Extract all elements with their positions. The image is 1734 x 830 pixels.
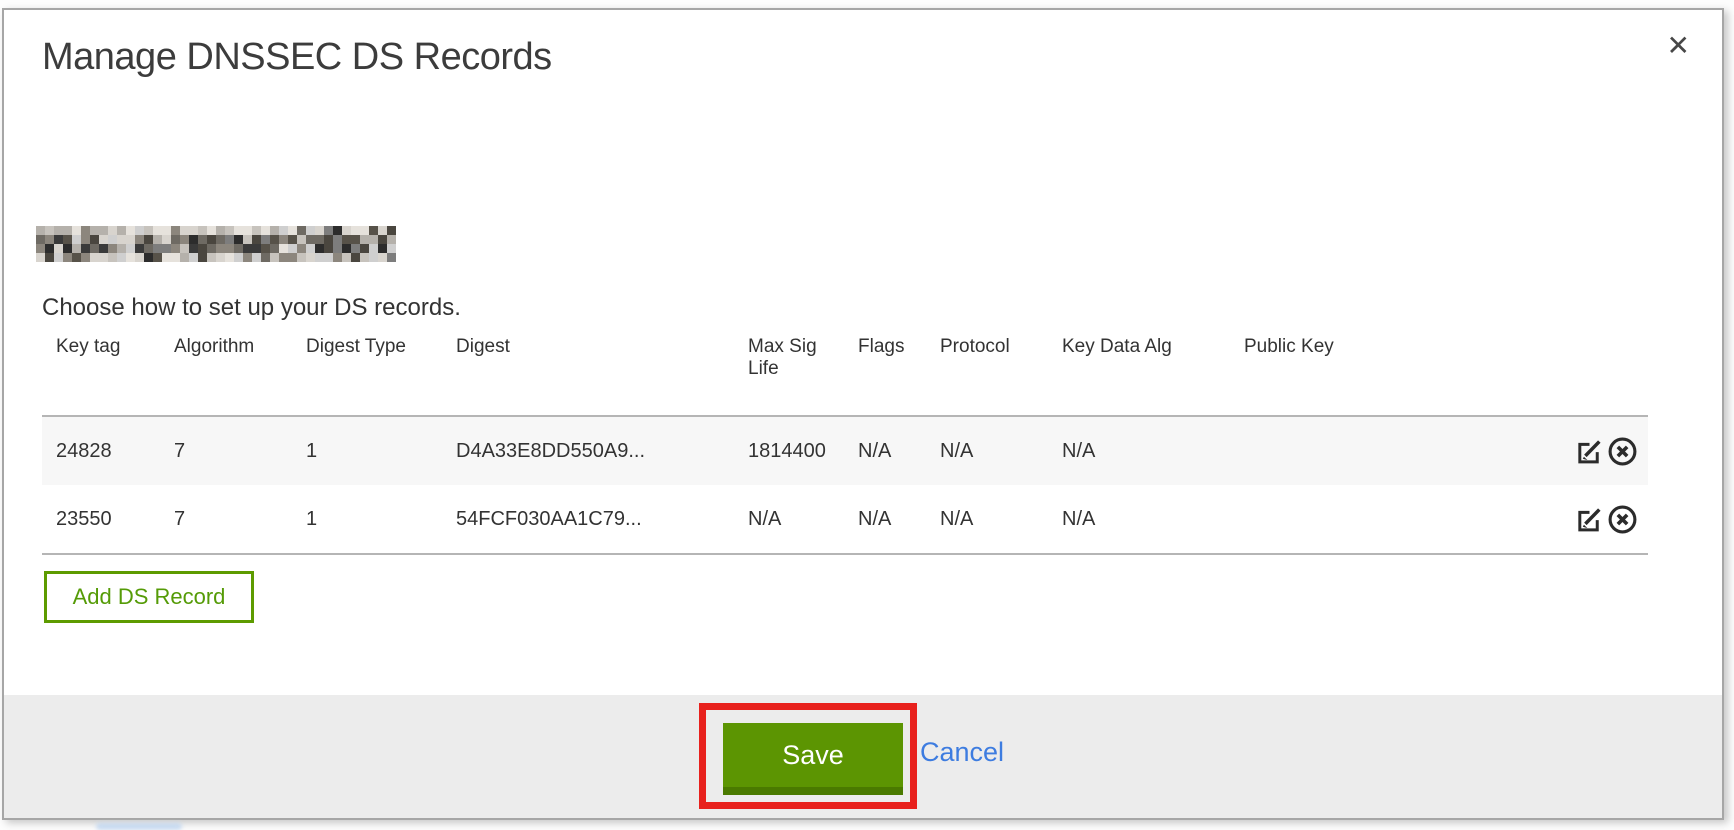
cell-algorithm: 7 <box>160 485 292 554</box>
cell-flags: N/A <box>844 416 926 485</box>
header-digest: Digest <box>442 332 734 416</box>
intro-text: Choose how to set up your DS records. <box>42 294 461 322</box>
table-header-row: Key tag Algorithm Digest Type Digest Max… <box>42 332 1648 416</box>
cell-key-tag: 23550 <box>42 485 160 554</box>
edit-record-icon[interactable] <box>1574 504 1605 535</box>
cell-digest: 54FCF030AA1C79... <box>442 485 734 554</box>
cell-key-tag: 24828 <box>42 416 160 485</box>
delete-record-icon[interactable] <box>1607 504 1638 535</box>
ds-records-table: Key tag Algorithm Digest Type Digest Max… <box>42 332 1648 555</box>
header-key-data-alg: Key Data Alg <box>1048 332 1230 416</box>
cell-max-sig-life: N/A <box>734 485 844 554</box>
cell-protocol: N/A <box>926 416 1048 485</box>
cell-public-key <box>1230 485 1478 554</box>
manage-dnssec-dialog: Manage DNSSEC DS Records ✕ Choose how to… <box>2 8 1724 820</box>
table-row: 24828 7 1 D4A33E8DD550A9... 1814400 N/A … <box>42 416 1648 485</box>
background-page-artifact <box>96 823 182 830</box>
header-public-key: Public Key <box>1230 332 1478 416</box>
header-actions <box>1478 332 1648 416</box>
table-row: 23550 7 1 54FCF030AA1C79... N/A N/A N/A … <box>42 485 1648 554</box>
header-protocol: Protocol <box>926 332 1048 416</box>
edit-record-icon[interactable] <box>1574 436 1605 467</box>
cell-key-data-alg: N/A <box>1048 485 1230 554</box>
cell-max-sig-life: 1814400 <box>734 416 844 485</box>
add-ds-record-button[interactable]: Add DS Record <box>44 571 254 623</box>
dialog-title: Manage DNSSEC DS Records <box>42 36 552 79</box>
cell-algorithm: 7 <box>160 416 292 485</box>
cell-actions <box>1478 485 1648 554</box>
redacted-domain <box>36 226 396 262</box>
cell-public-key <box>1230 416 1478 485</box>
header-algorithm: Algorithm <box>160 332 292 416</box>
cell-digest: D4A33E8DD550A9... <box>442 416 734 485</box>
close-icon[interactable]: ✕ <box>1667 32 1690 60</box>
save-button[interactable]: Save <box>723 723 903 795</box>
cell-key-data-alg: N/A <box>1048 416 1230 485</box>
dialog-footer: Save Cancel <box>4 695 1722 818</box>
cell-digest-type: 1 <box>292 416 442 485</box>
cancel-link[interactable]: Cancel <box>920 737 1004 768</box>
header-flags: Flags <box>844 332 926 416</box>
cell-digest-type: 1 <box>292 485 442 554</box>
cell-flags: N/A <box>844 485 926 554</box>
header-digest-type: Digest Type <box>292 332 442 416</box>
cell-actions <box>1478 416 1648 485</box>
cell-protocol: N/A <box>926 485 1048 554</box>
header-max-sig-life: Max Sig Life <box>734 332 844 416</box>
delete-record-icon[interactable] <box>1607 436 1638 467</box>
header-key-tag: Key tag <box>42 332 160 416</box>
